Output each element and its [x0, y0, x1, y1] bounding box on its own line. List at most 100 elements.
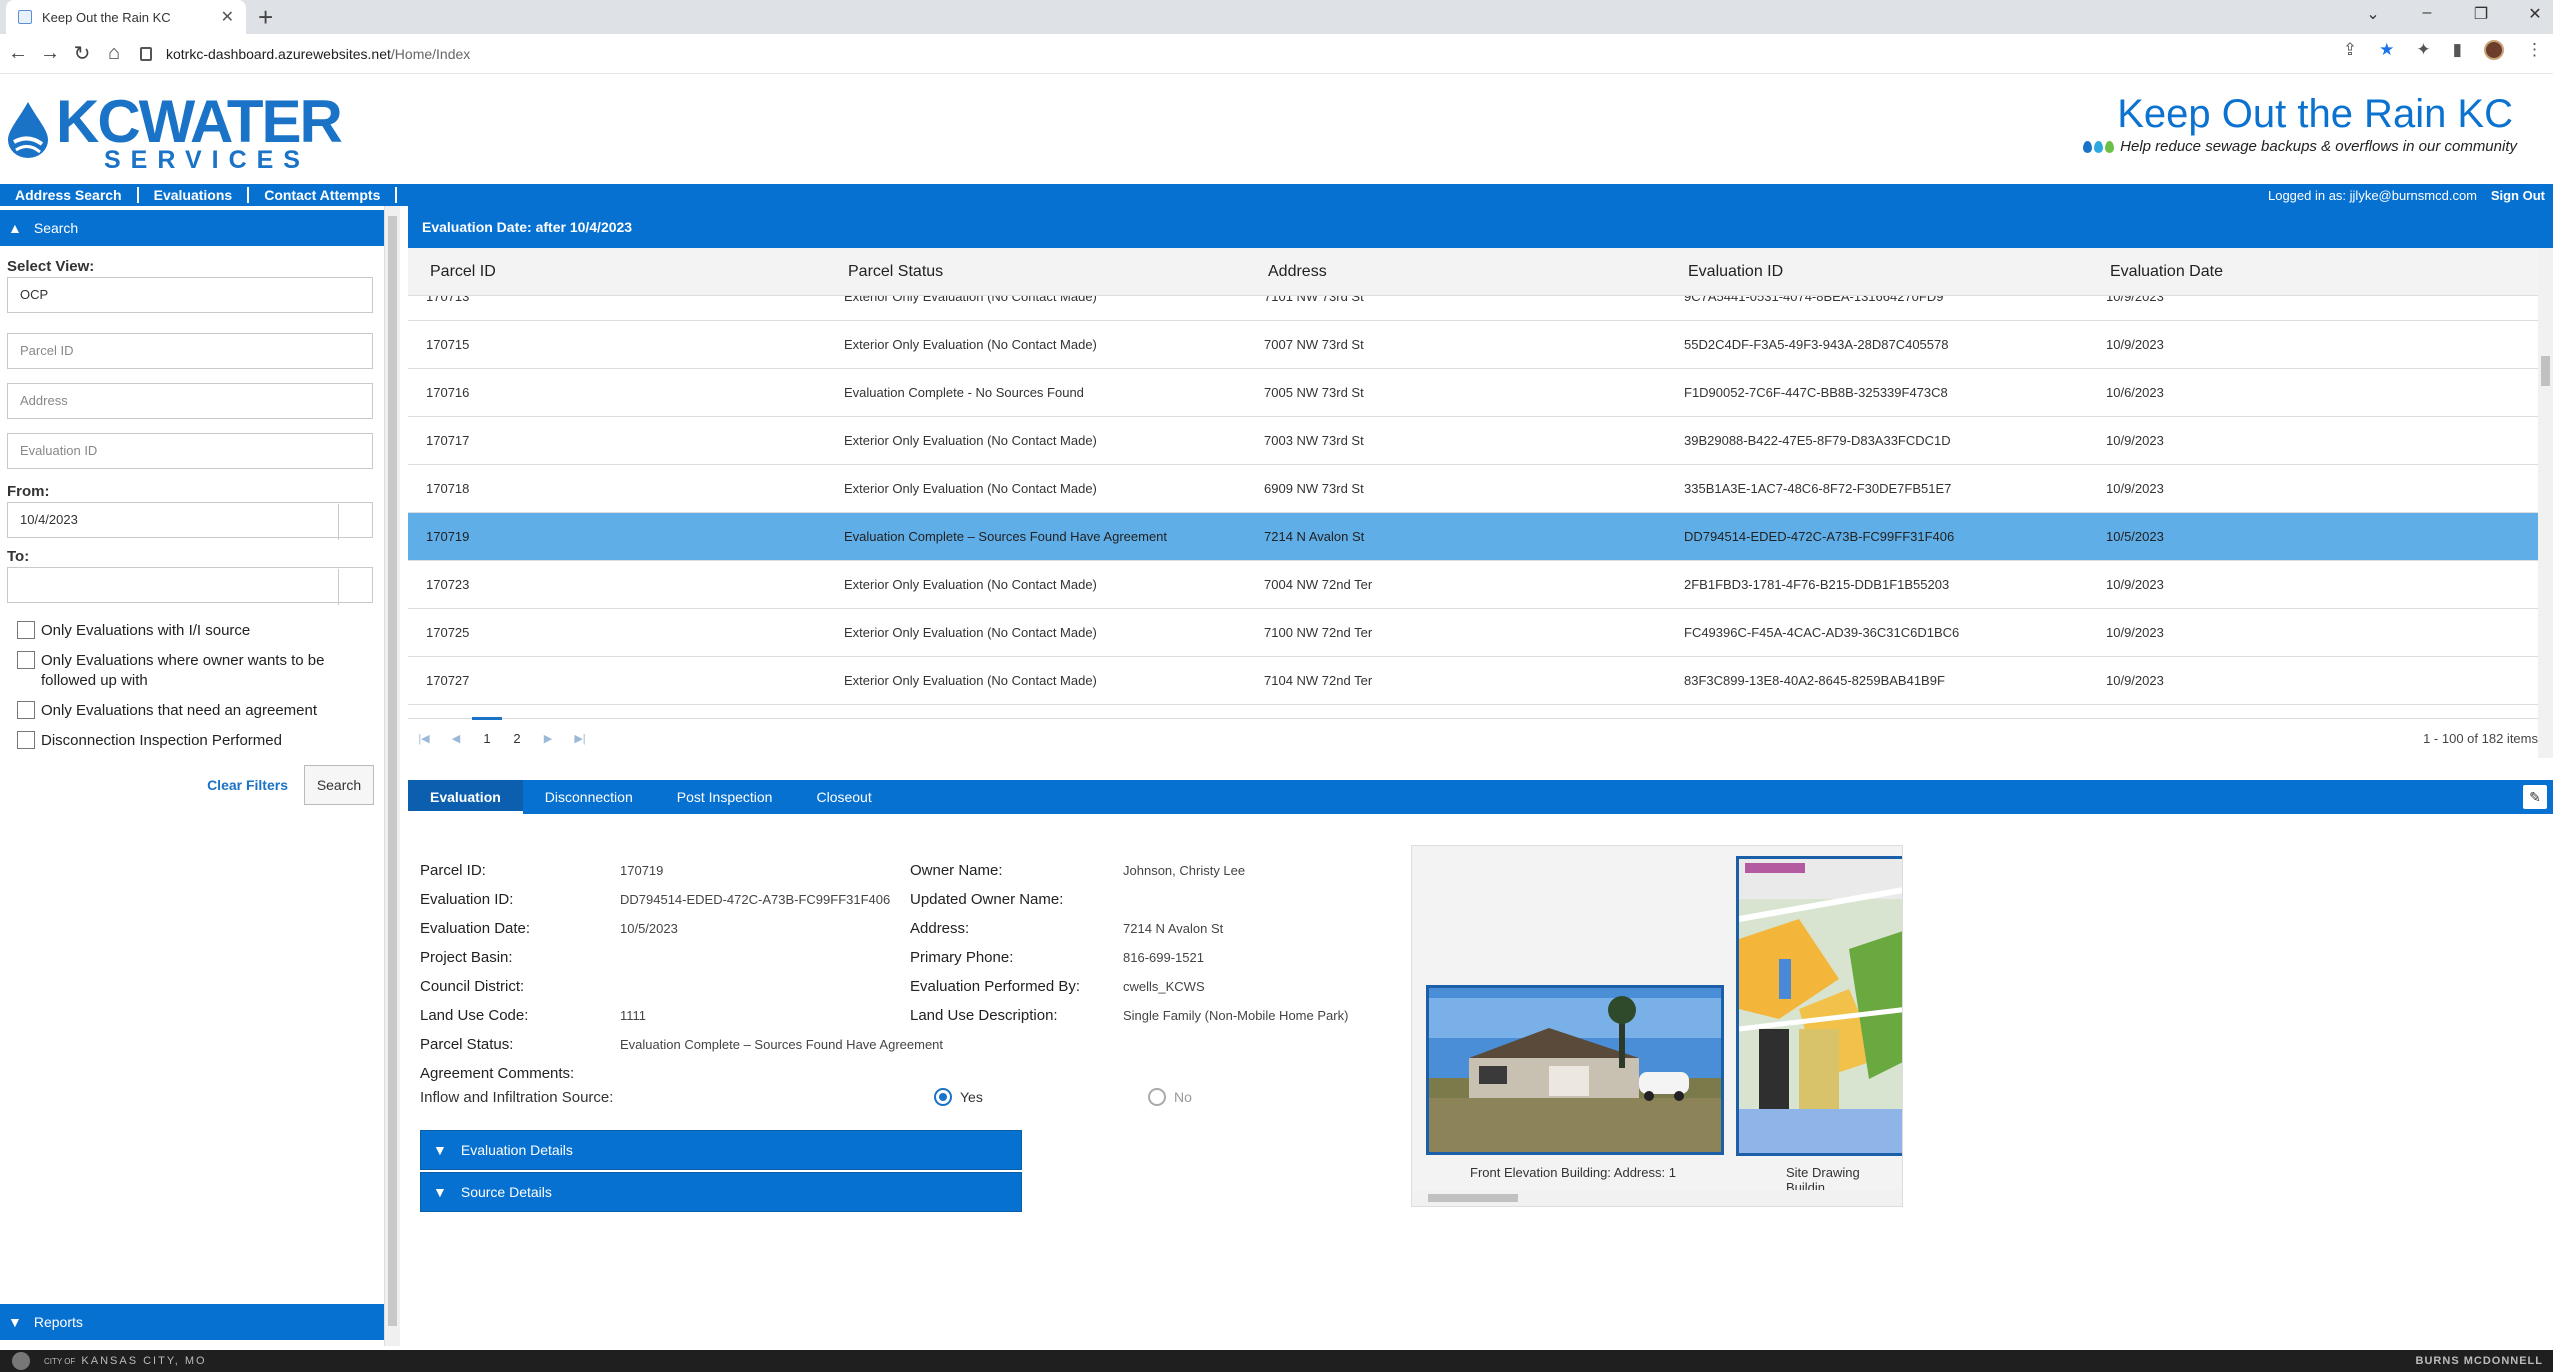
browser-tab[interactable]: Keep Out the Rain KC ✕: [6, 0, 246, 34]
table-row[interactable]: 170716 Evaluation Complete - No Sources F…: [408, 369, 2538, 417]
reports-panel-header[interactable]: ▼ Reports: [0, 1304, 384, 1340]
address-input[interactable]: Address: [7, 383, 373, 419]
filter-disconnection[interactable]: Disconnection Inspection Performed: [17, 731, 384, 751]
logo-wordmark: KCWATER: [56, 88, 343, 155]
sign-out-link[interactable]: Sign Out: [2491, 188, 2545, 203]
forward-icon[interactable]: →: [34, 42, 66, 65]
site-drawing-photo[interactable]: [1736, 856, 1902, 1156]
address-value: 7214 N Avalon St: [1123, 921, 1224, 936]
to-date-input[interactable]: [7, 567, 373, 603]
table-row[interactable]: 170725 Exterior Only Evaluation (No Conta…: [408, 609, 2538, 657]
parcel-id-input[interactable]: Parcel ID: [7, 333, 373, 369]
grid-scrollbar[interactable]: [2538, 248, 2553, 758]
filter-owner-followup-label: Only Evaluations where owner wants to be…: [41, 652, 325, 689]
table-row[interactable]: 170719 Evaluation Complete – Sources Foun…: [408, 513, 2538, 561]
select-view-input[interactable]: OCP: [7, 277, 373, 313]
address-bar[interactable]: kotrkc-dashboard.azurewebsites.net/Home/…: [140, 39, 2340, 69]
checkbox[interactable]: [17, 701, 35, 719]
cell-evaluation-date: 10/9/2023: [2106, 673, 2164, 688]
nav-evaluations[interactable]: Evaluations: [139, 187, 250, 203]
inflow-yes-radio[interactable]: Yes: [934, 1088, 1148, 1106]
chevron-down-icon[interactable]: ⌄: [2365, 4, 2381, 24]
cell-evaluation-id: 2FB1FBD3-1781-4F76-B215-DDB1F1B55203: [1684, 577, 1950, 592]
reports-panel-title: Reports: [33, 1314, 83, 1330]
bookmark-star-icon[interactable]: ★: [2379, 40, 2394, 60]
from-date-input[interactable]: 10/4/2023: [7, 502, 373, 538]
evaluation-date-label: Evaluation Date:: [420, 920, 531, 937]
prev-page-icon[interactable]: ◀: [440, 732, 472, 745]
evaluation-id-input[interactable]: Evaluation ID: [7, 433, 373, 469]
filter-ii-source[interactable]: Only Evaluations with I/I source: [17, 621, 384, 641]
gallery-scrollbar[interactable]: [1412, 1190, 1902, 1206]
table-row[interactable]: 170715 Exterior Only Evaluation (No Conta…: [408, 321, 2538, 369]
cell-parcel-id: 170723: [426, 577, 470, 592]
share-icon[interactable]: ⇪: [2343, 40, 2357, 60]
sidebar-scrollbar[interactable]: [384, 206, 400, 1346]
scrollbar-thumb[interactable]: [1428, 1194, 1518, 1202]
filter-need-agreement[interactable]: Only Evaluations that need an agreement: [17, 701, 384, 721]
clear-filters-link[interactable]: Clear Filters: [207, 777, 288, 793]
cell-evaluation-id: 335B1A3E-1AC7-48C6-8F72-F30DE7FB51E7: [1684, 481, 1952, 496]
search-button[interactable]: Search: [304, 765, 374, 805]
restore-icon[interactable]: ❐: [2473, 4, 2489, 24]
home-icon[interactable]: ⌂: [98, 42, 130, 65]
minimize-icon[interactable]: –: [2419, 4, 2435, 24]
next-page-icon[interactable]: ▶: [532, 732, 564, 745]
scrollbar-thumb[interactable]: [2541, 356, 2550, 386]
checkbox[interactable]: [17, 651, 35, 669]
reload-icon[interactable]: ↻: [66, 41, 98, 66]
page-1[interactable]: 1: [472, 717, 502, 746]
col-header-address[interactable]: Address: [1248, 263, 1668, 281]
cell-address: 7003 NW 73rd St: [1264, 433, 1364, 448]
last-page-icon[interactable]: ▶|: [564, 732, 596, 745]
page-2[interactable]: 2: [502, 731, 532, 746]
detail-row: Parcel Status: Evaluation Complete – Sou…: [420, 1030, 1420, 1059]
checkbox[interactable]: [17, 731, 35, 749]
kc-water-logo[interactable]: KCWATER SERVICES: [6, 90, 343, 173]
tab-disconnection[interactable]: Disconnection: [523, 780, 655, 814]
close-window-icon[interactable]: ✕: [2527, 4, 2543, 24]
chevron-down-icon: ▼: [433, 1142, 447, 1158]
new-tab-icon[interactable]: +: [258, 2, 273, 33]
menu-icon[interactable]: ⋮: [2526, 40, 2543, 60]
tab-closeout[interactable]: Closeout: [794, 780, 893, 814]
logged-in-text: Logged in as: jjlyke@burnsmcd.com: [2267, 187, 2477, 203]
detail-row: Project Basin: Primary Phone: 816-699-15…: [420, 943, 1420, 972]
close-icon[interactable]: ✕: [221, 7, 234, 27]
table-row[interactable]: 170718 Exterior Only Evaluation (No Conta…: [408, 465, 2538, 513]
table-row[interactable]: 170717 Exterior Only Evaluation (No Conta…: [408, 417, 2538, 465]
source-details-accordion[interactable]: ▼ Source Details: [420, 1172, 1022, 1212]
front-elevation-photo[interactable]: [1426, 985, 1724, 1155]
col-header-evaluation-date[interactable]: Evaluation Date: [2088, 263, 2508, 281]
cell-evaluation-date: 10/9/2023: [2106, 296, 2164, 304]
inflow-no-radio[interactable]: No: [1148, 1088, 1192, 1106]
checkbox[interactable]: [17, 621, 35, 639]
edit-icon[interactable]: ✎: [2523, 785, 2547, 809]
calendar-icon[interactable]: [338, 504, 374, 540]
back-icon[interactable]: ←: [2, 42, 34, 65]
calendar-icon[interactable]: [338, 569, 374, 605]
side-panel-icon[interactable]: ▮: [2453, 40, 2462, 60]
tab-post-inspection[interactable]: Post Inspection: [655, 780, 795, 814]
owner-name-value: Johnson, Christy Lee: [1123, 863, 1246, 878]
evaluation-details-accordion[interactable]: ▼ Evaluation Details: [420, 1130, 1022, 1170]
cell-parcel-status: Exterior Only Evaluation (No Contact Mad…: [844, 673, 1097, 688]
nav-address-search[interactable]: Address Search: [0, 187, 139, 203]
extensions-icon[interactable]: ✦: [2416, 40, 2430, 60]
nav-contact-attempts[interactable]: Contact Attempts: [249, 187, 398, 203]
evaluation-details: Parcel ID: 170719 Owner Name: Johnson, C…: [420, 856, 1420, 1212]
tab-evaluation[interactable]: Evaluation: [408, 780, 523, 814]
col-header-parcel-id[interactable]: Parcel ID: [408, 263, 828, 281]
col-header-parcel-status[interactable]: Parcel Status: [828, 263, 1248, 281]
to-date-picker: [0, 567, 384, 605]
profile-avatar[interactable]: [2484, 40, 2504, 60]
table-row[interactable]: 170727 Exterior Only Evaluation (No Conta…: [408, 657, 2538, 705]
cell-evaluation-id: 83F3C899-13E8-40A2-8645-8259BAB41B9F: [1684, 673, 1945, 688]
search-panel-header[interactable]: ▲ Search: [0, 210, 384, 246]
table-row[interactable]: 170713 Exterior Only Evaluation (No Conta…: [408, 296, 2538, 321]
scrollbar-thumb[interactable]: [388, 216, 397, 1326]
col-header-evaluation-id[interactable]: Evaluation ID: [1668, 263, 2088, 281]
first-page-icon[interactable]: |◀: [408, 732, 440, 745]
table-row[interactable]: 170723 Exterior Only Evaluation (No Conta…: [408, 561, 2538, 609]
filter-owner-followup[interactable]: Only Evaluations where owner wants to be…: [17, 651, 384, 691]
